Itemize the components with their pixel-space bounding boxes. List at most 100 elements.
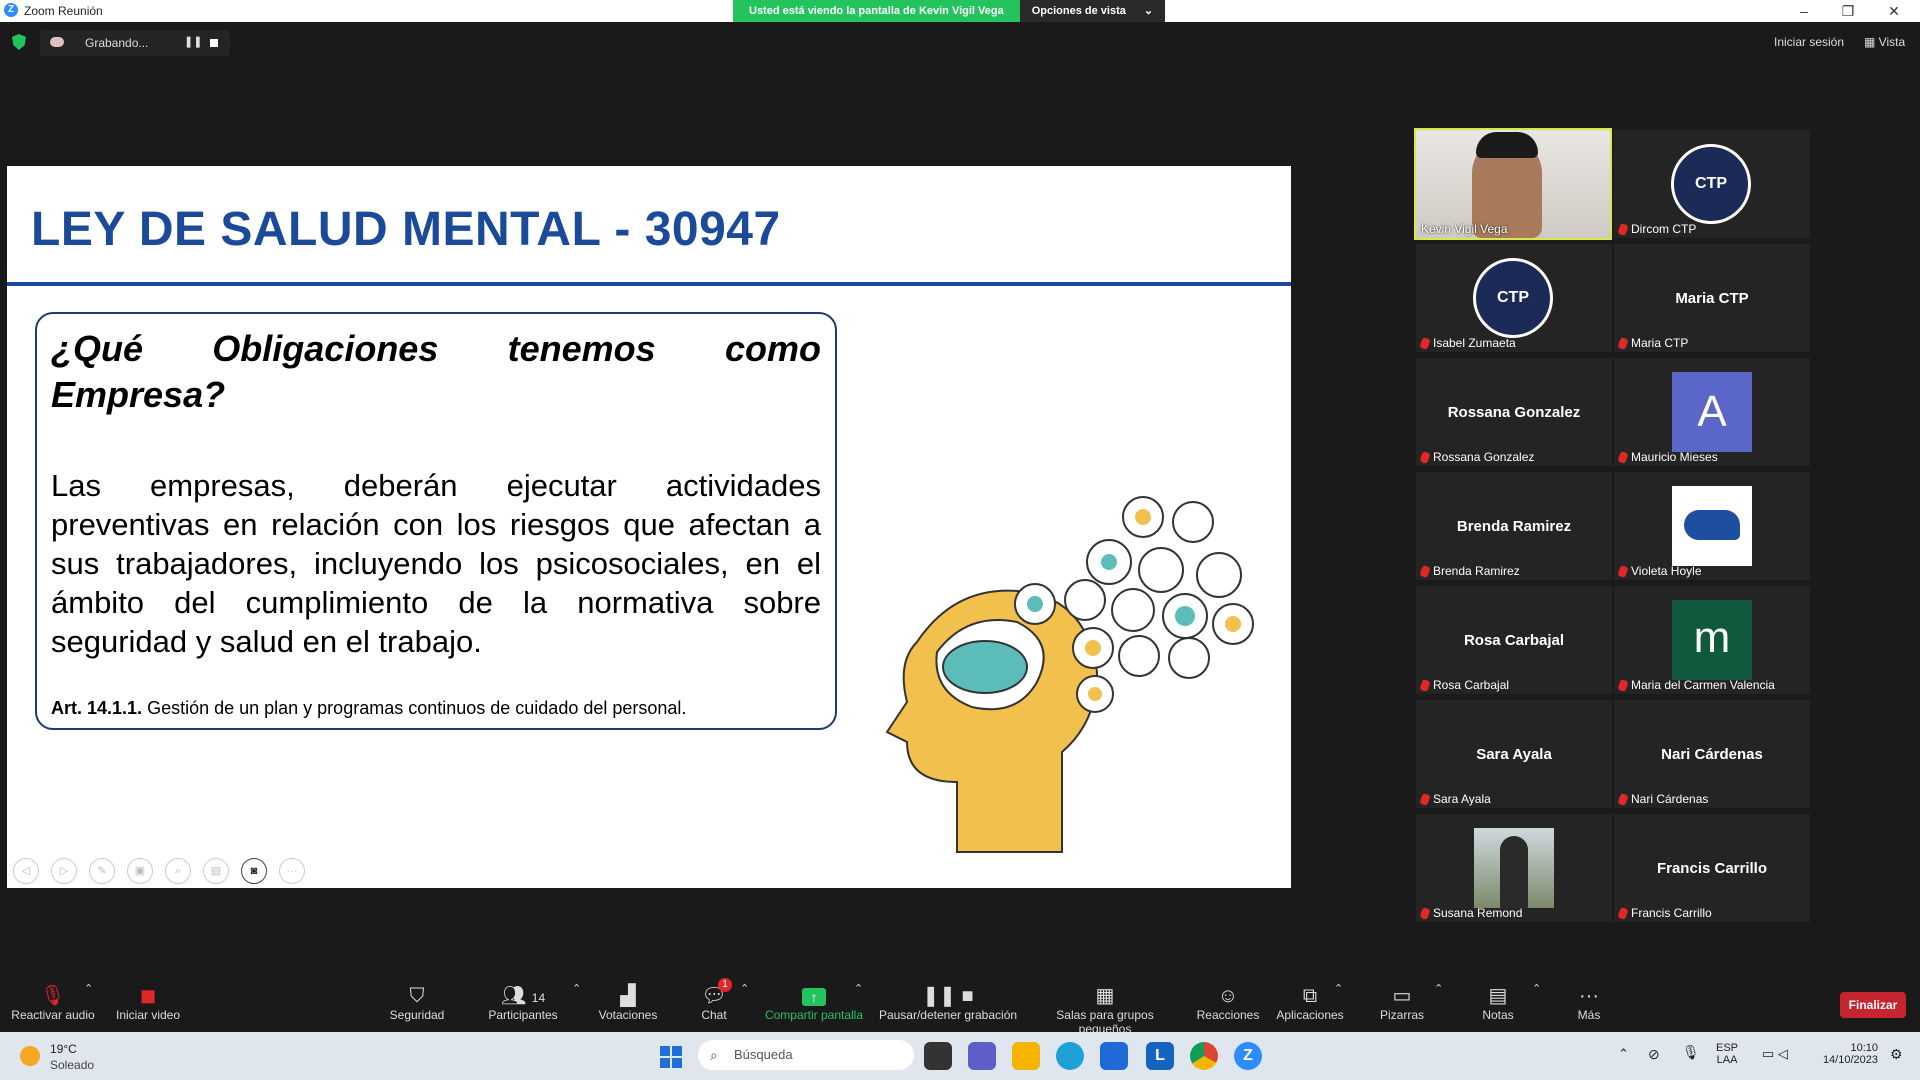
participant-tile-sara[interactable]: Sara Ayala Sara Ayala bbox=[1416, 700, 1612, 808]
participant-name: Rosa Carbajal bbox=[1433, 678, 1510, 692]
start-button[interactable] bbox=[660, 1046, 682, 1068]
more-options-icon[interactable]: ··· bbox=[279, 858, 305, 884]
l-app-icon[interactable]: L bbox=[1146, 1042, 1174, 1070]
notes-button[interactable]: ▤ Notas bbox=[1480, 984, 1516, 1022]
close-window-button[interactable]: ✕ bbox=[1872, 0, 1916, 22]
pause-recording-icon[interactable]: ❚❚ bbox=[184, 35, 202, 48]
mental-health-illustration-icon bbox=[885, 496, 1254, 853]
start-video-label: Iniciar video bbox=[115, 1008, 181, 1022]
muted-mic-icon bbox=[1419, 906, 1431, 920]
participant-tile-rossana[interactable]: Rossana Gonzalez Rossana Gonzalez bbox=[1416, 358, 1612, 466]
keyboard-layout: LAA bbox=[1716, 1054, 1738, 1066]
muted-mic-icon bbox=[1617, 336, 1629, 350]
participants-button[interactable]: 👥︎ 14 Participantes bbox=[486, 984, 560, 1022]
participant-name: Mauricio Mieses bbox=[1631, 450, 1718, 464]
clock[interactable]: 10:10 14/10/2023 bbox=[1812, 1042, 1878, 1066]
zoom-icon[interactable]: ⌕ bbox=[165, 858, 191, 884]
shield-icon: ⛉ bbox=[409, 985, 425, 1007]
participant-name: Kevin Vigil Vega bbox=[1421, 222, 1508, 236]
participant-tile-isabel[interactable]: CTP Isabel Zumaeta bbox=[1416, 244, 1612, 352]
chrome-icon[interactable] bbox=[1190, 1042, 1218, 1070]
participant-tile-maria-valencia[interactable]: m Maria del Carmen Valencia bbox=[1614, 586, 1810, 694]
start-video-button[interactable]: ◼ Iniciar video bbox=[110, 984, 186, 1022]
prev-slide-icon[interactable]: ◁ bbox=[13, 858, 39, 884]
muted-mic-icon bbox=[1617, 792, 1629, 806]
slides-icon[interactable]: ▣ bbox=[127, 858, 153, 884]
participant-tile-violeta[interactable]: Violeta Hoyle bbox=[1614, 472, 1810, 580]
signin-link[interactable]: Iniciar sesión bbox=[1774, 35, 1844, 49]
network-icon[interactable]: ⊘ bbox=[1648, 1046, 1660, 1063]
more-dots-icon: ··· bbox=[1579, 985, 1599, 1007]
participant-tile-maria-ctp[interactable]: Maria CTP Maria CTP bbox=[1614, 244, 1810, 352]
participant-tile-nari[interactable]: Nari Cárdenas Nari Cárdenas bbox=[1614, 700, 1810, 808]
participants-count: 14 bbox=[531, 991, 546, 1005]
participants-icon: 👥︎ 14 bbox=[500, 985, 546, 1007]
teams-icon[interactable] bbox=[968, 1042, 996, 1070]
participants-options-caret[interactable]: ⌃ bbox=[572, 982, 581, 995]
chat-label: Chat bbox=[701, 1008, 727, 1022]
participant-tile-mauricio[interactable]: A Mauricio Mieses bbox=[1614, 358, 1810, 466]
taskbar-search[interactable]: ⌕ Búsqueda bbox=[698, 1040, 914, 1070]
edge-icon[interactable] bbox=[1056, 1042, 1084, 1070]
muted-mic-icon bbox=[1617, 450, 1629, 464]
security-button[interactable]: ⛉ Seguridad bbox=[388, 984, 446, 1022]
mic-tray-icon[interactable]: 🎙︎ bbox=[1682, 1044, 1700, 1061]
view-options-button[interactable]: Opciones de vista ⌄ bbox=[1019, 0, 1166, 22]
chat-button[interactable]: 💬︎ 1 Chat bbox=[694, 978, 734, 1022]
participant-display-name: Nari Cárdenas bbox=[1661, 746, 1763, 763]
participant-tile-kevin[interactable]: Kevin Vigil Vega bbox=[1414, 128, 1612, 240]
reactions-button[interactable]: ☺ Reacciones bbox=[1196, 984, 1260, 1022]
minimize-button[interactable]: – bbox=[1782, 0, 1826, 22]
pause-stop-recording-button[interactable]: ❚❚ ■ Pausar/detener grabación bbox=[878, 984, 1018, 1022]
share-screen-button[interactable]: ↑ Compartir pantalla bbox=[764, 984, 864, 1022]
breakout-rooms-button[interactable]: ▦ Salas para grupos pequeños bbox=[1030, 984, 1180, 1036]
participant-display-name: Maria CTP bbox=[1675, 290, 1749, 307]
hair-shape bbox=[1476, 132, 1538, 158]
tray-overflow-icon[interactable]: ⌃ bbox=[1618, 1046, 1629, 1062]
task-view-icon[interactable] bbox=[924, 1042, 952, 1070]
notes-options-caret[interactable]: ⌃ bbox=[1532, 982, 1541, 995]
apps-options-caret[interactable]: ⌃ bbox=[1334, 982, 1343, 995]
restore-button[interactable]: ❐ bbox=[1826, 0, 1870, 22]
whiteboards-button[interactable]: ▭ Pizarras bbox=[1378, 984, 1426, 1022]
recording-control-label: Pausar/detener grabación bbox=[878, 1008, 1018, 1022]
ctp-logo-icon: CTP bbox=[1671, 144, 1751, 224]
notifications-icon[interactable]: ⚙ bbox=[1890, 1046, 1903, 1063]
whiteboards-options-caret[interactable]: ⌃ bbox=[1434, 982, 1443, 995]
zoom-app-icon[interactable]: Z bbox=[1234, 1042, 1262, 1070]
sun-icon bbox=[20, 1046, 40, 1066]
whiteboards-label: Pizarras bbox=[1379, 1008, 1424, 1022]
stop-recording-icon[interactable] bbox=[210, 39, 218, 47]
participant-display-name: Rossana Gonzalez bbox=[1447, 404, 1581, 421]
file-explorer-icon[interactable] bbox=[1012, 1042, 1040, 1070]
polls-label: Votaciones bbox=[598, 1008, 658, 1022]
subtitles-icon[interactable]: ▤ bbox=[203, 858, 229, 884]
language-indicator[interactable]: ESP LAA bbox=[1716, 1042, 1738, 1066]
chat-icon: 💬︎ 1 bbox=[694, 978, 734, 1008]
audio-options-caret[interactable]: ⌃ bbox=[84, 982, 93, 995]
volume-icon[interactable]: ▭ ◁ bbox=[1762, 1046, 1788, 1062]
more-button[interactable]: ··· Más bbox=[1574, 984, 1604, 1022]
pen-icon[interactable]: ✎ bbox=[89, 858, 115, 884]
end-meeting-button[interactable]: Finalizar bbox=[1840, 992, 1906, 1018]
camera-icon[interactable]: ◙ bbox=[241, 858, 267, 884]
participant-tile-francis[interactable]: Francis Carrillo Francis Carrillo bbox=[1614, 814, 1810, 922]
zoom-logo-icon: Z bbox=[4, 3, 18, 17]
cloud-record-icon bbox=[50, 37, 64, 47]
participant-tile-brenda[interactable]: Brenda Ramirez Brenda Ramirez bbox=[1416, 472, 1612, 580]
notes-icon: ▤ bbox=[1488, 985, 1508, 1007]
participant-label: Sara Ayala bbox=[1419, 792, 1491, 806]
store-icon[interactable] bbox=[1100, 1042, 1128, 1070]
recording-indicator: Grabando... ❚❚ bbox=[40, 30, 230, 56]
slide-question: ¿Qué Obligaciones tenemos como Empresa? bbox=[51, 328, 821, 415]
participant-tile-rosa[interactable]: Rosa Carbajal Rosa Carbajal bbox=[1416, 586, 1612, 694]
polls-button[interactable]: ▟ Votaciones bbox=[596, 984, 660, 1022]
view-button[interactable]: ▦ Vista bbox=[1864, 35, 1905, 49]
next-slide-icon[interactable]: ▷ bbox=[51, 858, 77, 884]
participant-tile-susana[interactable]: Susana Remond bbox=[1416, 814, 1612, 922]
participant-tile-dircom[interactable]: CTP Dircom CTP bbox=[1614, 130, 1810, 238]
muted-mic-icon bbox=[1617, 564, 1629, 578]
participant-label: Susana Remond bbox=[1419, 906, 1522, 920]
chat-options-caret[interactable]: ⌃ bbox=[740, 982, 749, 995]
share-options-caret[interactable]: ⌃ bbox=[854, 982, 863, 995]
